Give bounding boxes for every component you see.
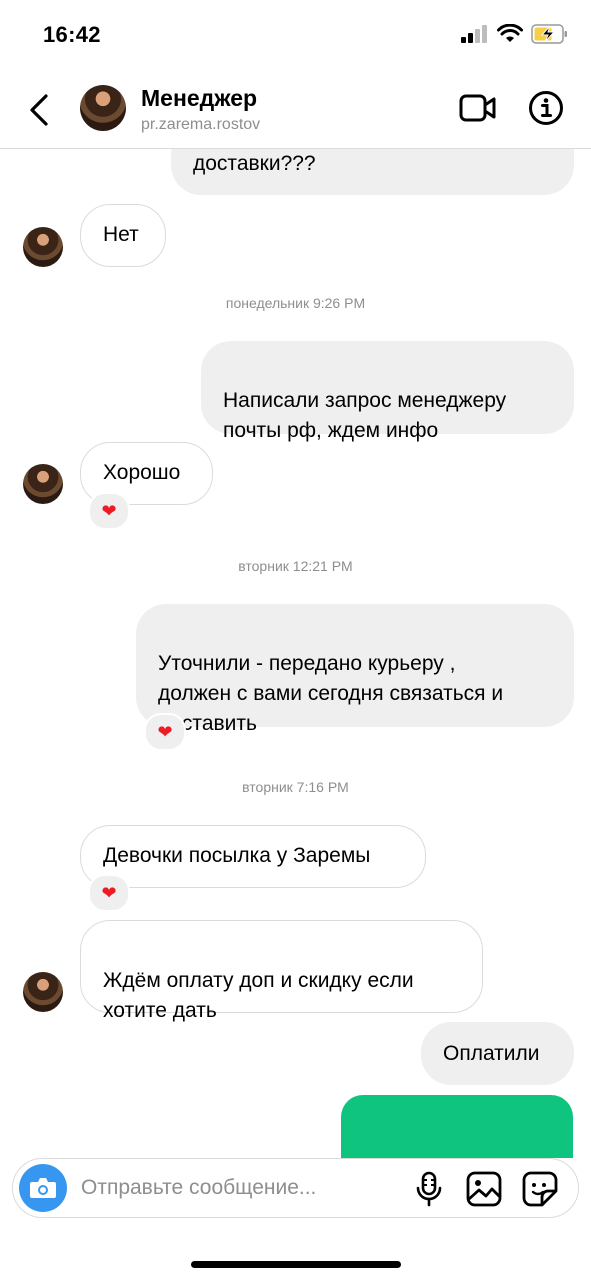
info-icon[interactable]: [528, 90, 564, 126]
sender-avatar[interactable]: [23, 464, 63, 504]
timestamp: вторник 12:21 PM: [238, 558, 353, 574]
timestamp: вторник 7:16 PM: [242, 779, 349, 795]
wifi-icon: [497, 24, 523, 42]
contact-name[interactable]: Менеджер: [141, 85, 257, 112]
microphone-icon[interactable]: [415, 1171, 443, 1207]
message-text: Девочки посылка у Заремы: [103, 844, 371, 867]
timestamp: понедельник 9:26 PM: [225, 295, 366, 311]
battery-charging-icon: [531, 24, 567, 44]
camera-icon: [30, 1178, 56, 1198]
heart-reaction[interactable]: ❤: [88, 492, 130, 530]
back-icon[interactable]: [26, 90, 56, 130]
camera-button[interactable]: [19, 1164, 67, 1212]
outgoing-message[interactable]: Написали запрос менеджеру почты рф, ждем…: [201, 341, 574, 442]
contact-handle[interactable]: pr.zarema.rostov: [141, 116, 260, 134]
home-indicator[interactable]: [191, 1261, 401, 1268]
message-text: Оплатили: [443, 1042, 540, 1065]
incoming-message[interactable]: Девочки посылка у Заремы: [80, 825, 426, 888]
heart-reaction[interactable]: ❤: [144, 713, 186, 751]
status-time: 16:42: [43, 22, 101, 47]
heart-reaction[interactable]: ❤: [88, 874, 130, 912]
heart-icon: ❤: [101, 883, 117, 903]
status-icons: [461, 24, 569, 44]
incoming-message[interactable]: Ждём оплату доп и скидку если хотите дат…: [80, 920, 483, 1022]
outgoing-message[interactable]: Оплатили: [421, 1022, 574, 1085]
message-text: Ждём оплату доп и скидку если хотите дат…: [103, 969, 414, 1022]
outgoing-message[interactable]: Уточнили - передано курьеру , должен с в…: [136, 604, 574, 735]
message-text: Хорошо: [103, 461, 181, 484]
heart-icon: ❤: [101, 501, 117, 521]
chat-header: Менеджер pr.zarema.rostov: [0, 70, 591, 149]
heart-icon: ❤: [157, 722, 173, 742]
message-composer: Отправьте сообщение...: [12, 1158, 579, 1218]
message-text: Написали запрос менеджеру почты рф, ждем…: [223, 389, 507, 442]
contact-avatar[interactable]: [80, 85, 126, 131]
sticker-icon[interactable]: [522, 1171, 558, 1207]
media-message[interactable]: [341, 1095, 573, 1158]
message-text: доставки???: [193, 152, 316, 175]
message-text: Уточнили - передано курьеру , должен с в…: [158, 652, 504, 735]
message-text: Нет: [103, 223, 139, 246]
message-input[interactable]: Отправьте сообщение...: [81, 1176, 316, 1200]
incoming-message[interactable]: Нет: [80, 204, 166, 267]
message-list[interactable]: доставки??? Нет понедельник 9:26 PM Напи…: [0, 148, 591, 1158]
status-bar: 16:42: [0, 0, 591, 70]
cellular-signal-icon: [461, 25, 487, 43]
sender-avatar[interactable]: [23, 227, 63, 267]
outgoing-message[interactable]: доставки???: [171, 148, 574, 195]
sender-avatar[interactable]: [23, 972, 63, 1012]
gallery-icon[interactable]: [466, 1171, 502, 1207]
video-call-icon[interactable]: [459, 92, 497, 124]
